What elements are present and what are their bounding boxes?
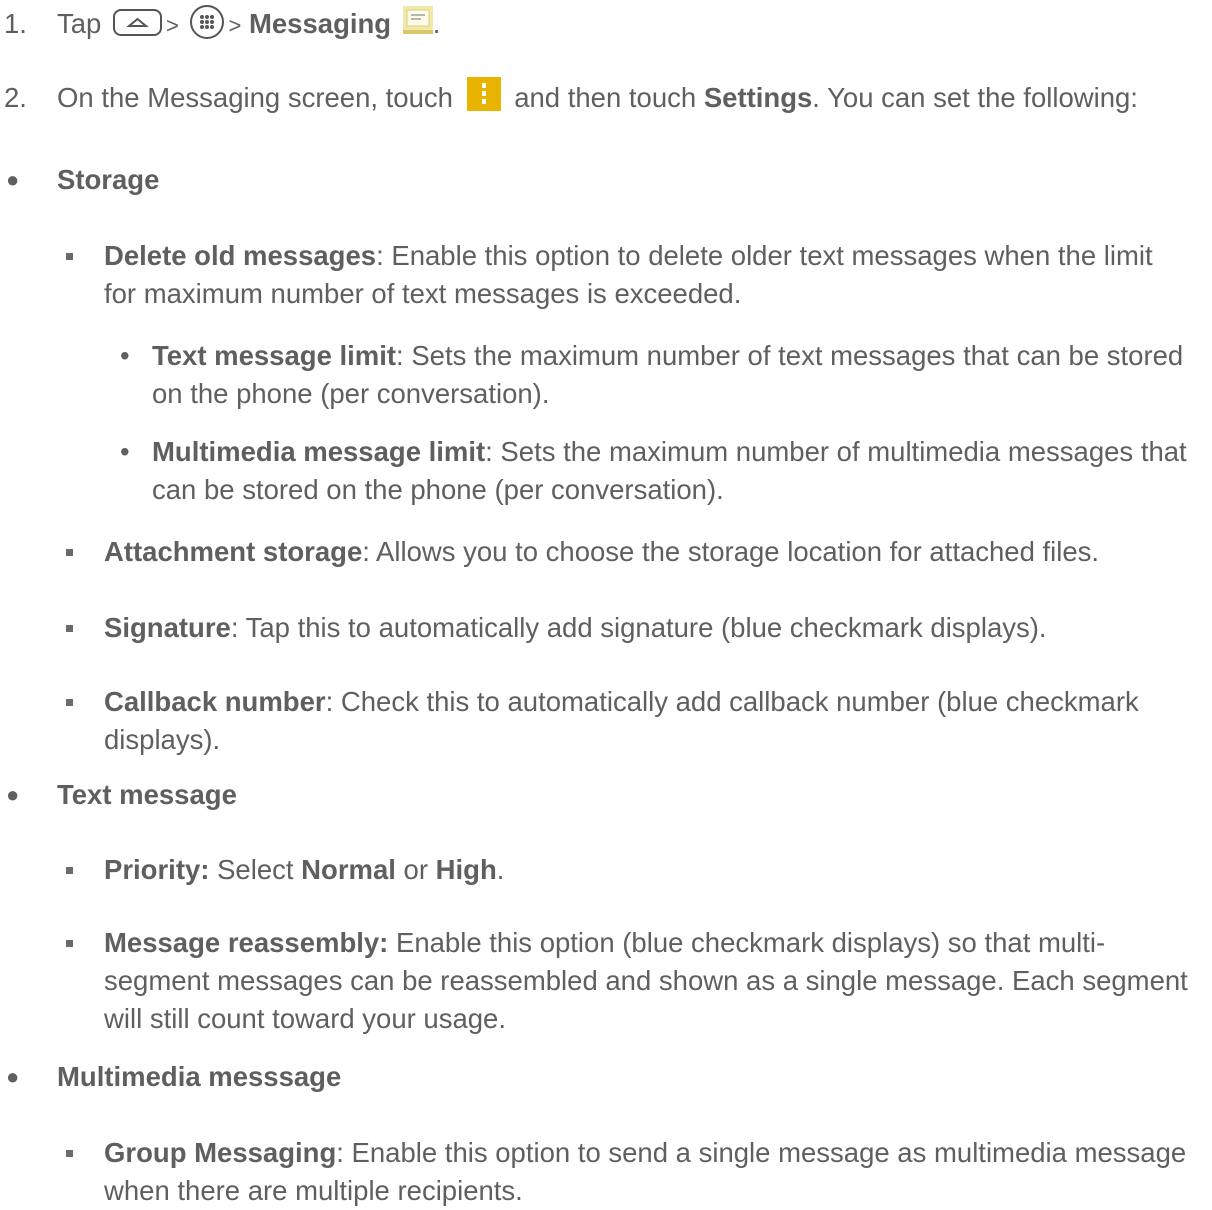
item-term: Priority: xyxy=(104,854,210,885)
square-bullet xyxy=(66,699,73,706)
option-normal: Normal xyxy=(301,854,396,885)
step-text-end: . xyxy=(432,8,441,39)
settings-label: Settings xyxy=(703,82,813,113)
step-number: 2. xyxy=(4,82,27,113)
step-text: . You can set the following: xyxy=(812,82,1138,113)
square-bullet xyxy=(66,1150,73,1157)
item-term: Multimedia message limit xyxy=(152,436,486,467)
bullet: ● xyxy=(6,782,20,807)
list-item-group: Group Messaging: Enable this option to s… xyxy=(0,1134,1212,1206)
home-key-icon xyxy=(112,9,162,37)
separator: > xyxy=(165,13,179,38)
item-term: Text message limit xyxy=(152,340,397,371)
item-term: Attachment storage xyxy=(104,536,363,567)
item-term: Group Messaging xyxy=(104,1137,337,1168)
item-desc: Select xyxy=(209,854,302,885)
option-high: High xyxy=(435,854,497,885)
step-number: 1. xyxy=(4,8,27,39)
app-name: Messaging xyxy=(248,8,392,39)
list-item-callback: Callback number: Check this to automatic… xyxy=(0,683,1212,763)
square-bullet xyxy=(66,253,73,260)
section-title: Text message xyxy=(57,779,237,810)
section-title: Multimedia messsage xyxy=(57,1061,342,1092)
list-item-reassembly: Message reassembly: Enable this option (… xyxy=(0,924,1212,1044)
apps-key-icon xyxy=(190,4,225,39)
step-text: Tap xyxy=(57,8,102,39)
square-bullet xyxy=(66,549,73,556)
bullet: ● xyxy=(6,1064,20,1089)
square-bullet xyxy=(66,867,73,874)
item-desc: . xyxy=(496,854,505,885)
item-term: Delete old messages xyxy=(104,240,377,271)
square-bullet xyxy=(66,940,73,947)
bullet: • xyxy=(120,340,130,371)
bullet: • xyxy=(120,436,130,467)
item-desc: or xyxy=(395,854,436,885)
item-term: Message reassembly: xyxy=(104,927,389,958)
menu-icon xyxy=(466,76,501,111)
item-desc: : Tap this to automatically add signatur… xyxy=(230,612,1047,643)
item-term: Callback number xyxy=(104,686,326,717)
item-desc: : Allows you to choose the storage locat… xyxy=(362,536,1100,567)
document-page: 1. Tap > > Messaging . 2. On the Messagi… xyxy=(0,0,1212,1206)
list-item-delete-old: Delete old messages: Enable this option … xyxy=(0,237,1212,317)
messaging-app-icon xyxy=(402,5,433,34)
square-bullet xyxy=(66,625,73,632)
item-term: Signature xyxy=(104,612,231,643)
bullet: ● xyxy=(6,167,20,192)
section-title: Storage xyxy=(57,164,160,195)
separator: > xyxy=(228,13,242,38)
list-item-mm-limit: • Multimedia message limit: Sets the max… xyxy=(0,433,1212,513)
step-text: and then touch xyxy=(514,82,697,113)
step-text: On the Messaging screen, touch xyxy=(57,82,453,113)
list-item-text-limit: • Text message limit: Sets the maximum n… xyxy=(0,337,1212,417)
